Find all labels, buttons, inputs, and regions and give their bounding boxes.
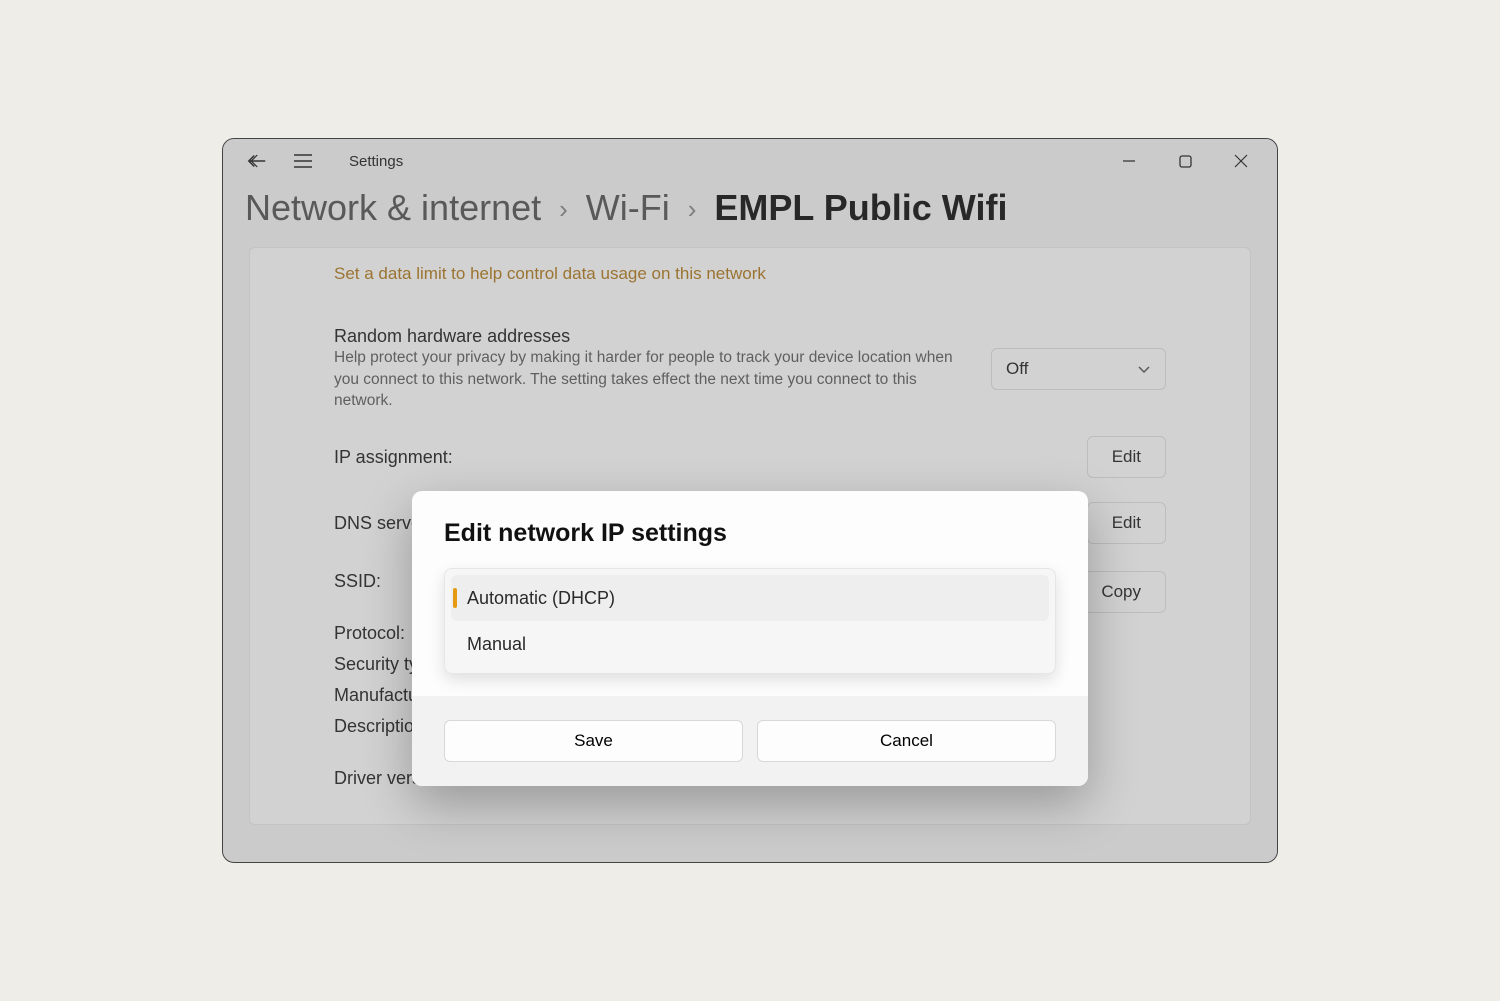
edit-ip-settings-dialog: Edit network IP settings Automatic (DHCP… xyxy=(412,491,1088,786)
ip-settings-options: Automatic (DHCP) Manual xyxy=(444,568,1056,674)
option-manual[interactable]: Manual xyxy=(451,621,1049,667)
save-button[interactable]: Save xyxy=(444,720,743,762)
cancel-button[interactable]: Cancel xyxy=(757,720,1056,762)
option-automatic-dhcp[interactable]: Automatic (DHCP) xyxy=(451,575,1049,621)
dialog-title: Edit network IP settings xyxy=(444,519,1056,548)
settings-window: Settings Network & internet › Wi-Fi › EM… xyxy=(222,138,1278,863)
